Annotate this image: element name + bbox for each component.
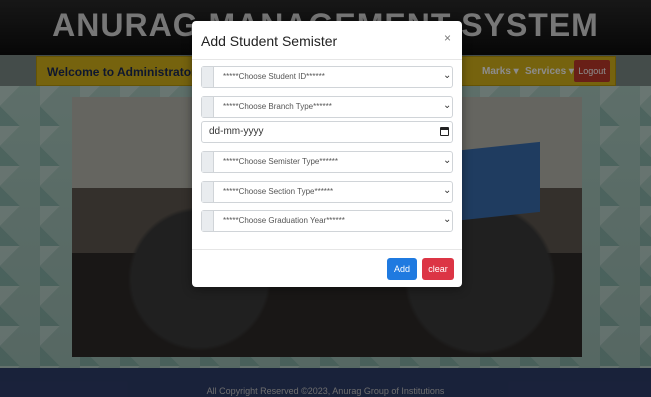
chevron-down-icon: ⌄ [443,70,452,81]
field-addon [202,97,214,117]
graduation-year-placeholder: *****Choose Graduation Year****** [223,216,345,225]
field-addon [202,67,214,87]
date-placeholder: dd-mm-yyyy [209,126,264,137]
field-addon [202,182,214,202]
student-id-placeholder: *****Choose Student ID****** [223,72,325,81]
student-id-select[interactable]: *****Choose Student ID****** ⌄ [201,66,453,88]
field-addon [202,152,214,172]
field-addon [202,211,214,231]
clear-button[interactable]: clear [422,258,454,280]
date-input[interactable]: dd-mm-yyyy [201,121,453,143]
branch-type-placeholder: *****Choose Branch Type****** [223,102,332,111]
divider [192,249,462,250]
graduation-year-select[interactable]: *****Choose Graduation Year****** ⌄ [201,210,453,232]
branch-type-select[interactable]: *****Choose Branch Type****** ⌄ [201,96,453,118]
chevron-down-icon: ⌄ [443,185,452,196]
chevron-down-icon: ⌄ [443,100,452,111]
close-icon[interactable]: × [444,31,451,45]
semister-type-select[interactable]: *****Choose Semister Type****** ⌄ [201,151,453,173]
calendar-icon[interactable] [440,127,449,136]
modal-title: Add Student Semister [201,33,338,49]
add-button[interactable]: Add [387,258,417,280]
chevron-down-icon: ⌄ [443,214,452,225]
divider [192,59,462,60]
semister-type-placeholder: *****Choose Semister Type****** [223,157,339,166]
section-type-placeholder: *****Choose Section Type****** [223,187,334,196]
chevron-down-icon: ⌄ [443,155,452,166]
add-student-semister-modal: Add Student Semister × *****Choose Stude… [192,21,462,287]
section-type-select[interactable]: *****Choose Section Type****** ⌄ [201,181,453,203]
